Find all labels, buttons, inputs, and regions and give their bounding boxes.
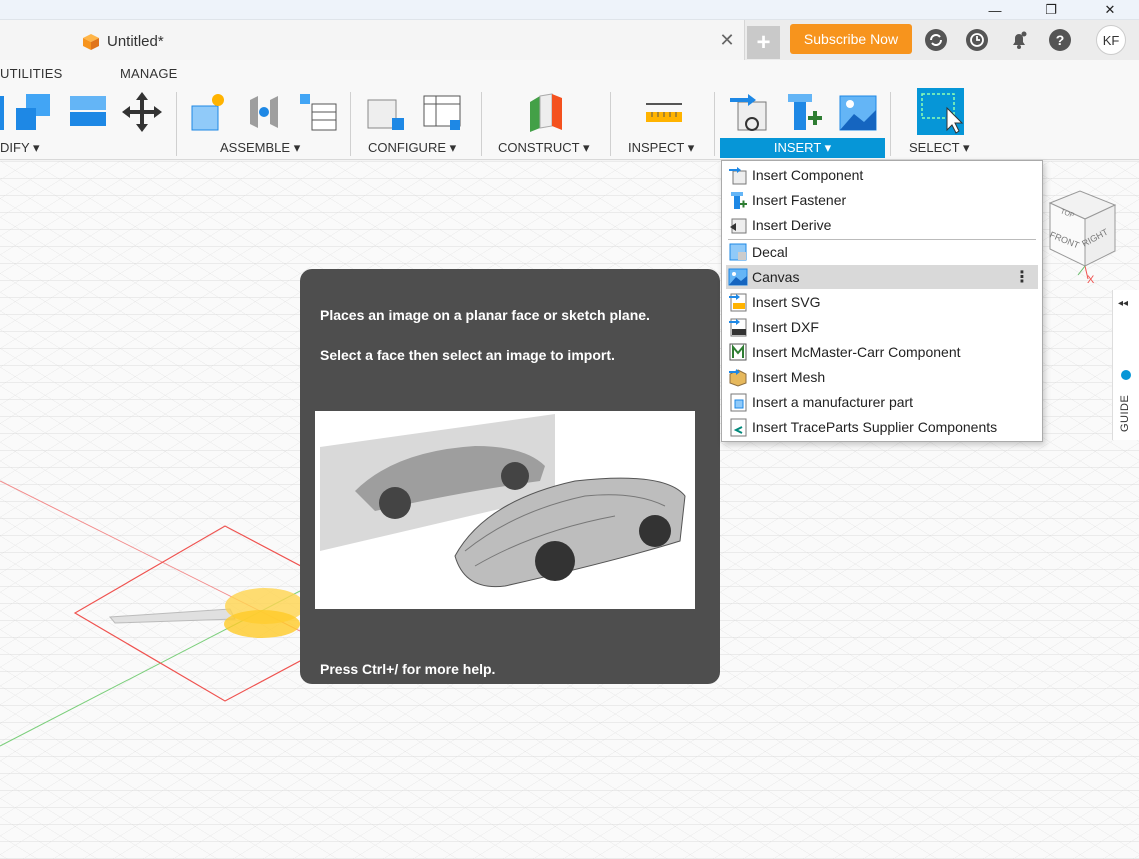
os-title-bar: — ❐ ✕ (0, 0, 1139, 20)
assembly-table-icon[interactable] (298, 90, 338, 134)
workspace-tab-utilities[interactable]: UTILITIES (0, 66, 62, 81)
menu-item-label: Decal (752, 244, 788, 260)
insert-canvas-tool-icon[interactable] (838, 90, 878, 134)
workspace-tab-manage[interactable]: MANAGE (120, 66, 178, 81)
insert-mesh-icon (729, 369, 747, 387)
new-tab-button[interactable]: + (747, 26, 780, 59)
new-component-icon[interactable] (188, 90, 228, 134)
insert-fastener-tool-icon[interactable] (784, 90, 824, 134)
menu-item-manufacturer-part[interactable]: Insert a manufacturer part (726, 390, 1038, 414)
menu-item-label: Insert a manufacturer part (752, 394, 914, 410)
menu-item-label: Canvas (752, 269, 800, 285)
toolbar-separator (890, 92, 891, 156)
restore-button[interactable]: ❐ (1031, 0, 1071, 20)
tooltip-illustration (315, 411, 695, 609)
toolbar-separator (610, 92, 611, 156)
tooltip-instruction: Select a face then select an image to im… (320, 347, 615, 363)
menu-item-label: Insert DXF (752, 319, 819, 335)
menu-item-label: Insert Derive (752, 217, 832, 233)
move-icon[interactable] (122, 90, 162, 134)
toolbar-separator (714, 92, 715, 156)
window-close-button[interactable]: ✕ (1090, 0, 1130, 20)
subscribe-button[interactable]: Subscribe Now (790, 24, 912, 54)
document-title: Untitled* (107, 33, 164, 50)
minimize-button[interactable]: — (975, 0, 1015, 20)
menu-item-insert-fastener[interactable]: Insert Fastener (726, 188, 1038, 212)
configure-group-label[interactable]: CONFIGURE ▾ (368, 140, 456, 156)
assemble-group-label[interactable]: ASSEMBLE ▾ (220, 140, 300, 156)
insert-fastener-icon (731, 192, 747, 209)
configure-model-icon[interactable] (366, 90, 406, 134)
menu-item-label: Insert Component (752, 167, 864, 183)
menu-item-label: Insert TraceParts Supplier Components (752, 419, 998, 435)
sync-icon[interactable] (925, 29, 947, 51)
user-avatar[interactable]: KF (1096, 25, 1126, 55)
document-tab[interactable]: Untitled* ✕ (0, 20, 745, 60)
tooltip-description: Places an image on a planar face or sket… (320, 307, 650, 323)
combine-icon[interactable] (14, 90, 54, 134)
select-group-label[interactable]: SELECT ▾ (909, 140, 969, 156)
canvas-tooltip: Places an image on a planar face or sket… (300, 269, 720, 684)
mcmaster-icon (729, 343, 747, 361)
traceparts-icon (730, 418, 747, 437)
menu-item-mcmaster[interactable]: Insert McMaster-Carr Component (726, 340, 1038, 364)
menu-item-canvas[interactable]: Canvas ⋮ (726, 265, 1038, 289)
history-clock-icon[interactable] (966, 29, 988, 51)
insert-dxf-icon (729, 318, 747, 337)
insert-dropdown-menu: Insert Component Insert Fastener Insert … (721, 160, 1043, 442)
guide-label[interactable]: GUIDE (1119, 395, 1131, 432)
menu-item-traceparts[interactable]: Insert TraceParts Supplier Components (726, 415, 1038, 439)
menu-item-insert-derive[interactable]: Insert Derive (726, 213, 1038, 237)
modify-group-label[interactable]: DIFY ▾ (0, 140, 40, 156)
axis-x-label: X (1087, 274, 1095, 286)
construct-group-label[interactable]: CONSTRUCT ▾ (498, 140, 590, 156)
help-icon[interactable]: ? (1049, 29, 1071, 51)
inspect-group-label[interactable]: INSPECT ▾ (628, 140, 694, 156)
menu-item-label: Insert Mesh (752, 369, 826, 385)
tab-row: Untitled* ✕ + Subscribe Now ? KF (0, 20, 1139, 60)
configure-table-icon[interactable] (422, 90, 462, 134)
menu-item-insert-mesh[interactable]: Insert Mesh (726, 365, 1038, 389)
menu-item-label: Insert McMaster-Carr Component (752, 344, 961, 360)
select-tool-button[interactable] (917, 88, 964, 135)
menu-item-insert-svg[interactable]: Insert SVG (726, 290, 1038, 314)
insert-group-label[interactable]: INSERT ▾ (720, 140, 885, 156)
ribbon-toolbar: UTILITIES MANAGE DIFY ▾ ASSEMBLE ▾ CONFI… (0, 60, 1139, 160)
toolbar-separator (481, 92, 482, 156)
construct-plane-icon[interactable] (526, 90, 566, 134)
menu-item-insert-component[interactable]: Insert Component (726, 163, 1038, 187)
menu-item-decal[interactable]: Decal (726, 240, 1038, 264)
insert-svg-icon (729, 293, 747, 312)
manufacturer-part-icon (730, 393, 747, 412)
close-tab-icon[interactable]: ✕ (719, 30, 735, 51)
toolbar-separator (176, 92, 177, 156)
insert-derive-icon (730, 218, 747, 234)
joint-icon[interactable] (244, 90, 284, 134)
toolbar-separator (350, 92, 351, 156)
menu-item-insert-dxf[interactable]: Insert DXF (726, 315, 1038, 339)
insert-derive-tool-icon[interactable] (730, 90, 770, 134)
menu-item-label: Insert SVG (752, 294, 821, 310)
decal-icon (729, 243, 747, 261)
shell-icon[interactable] (68, 90, 108, 134)
menu-item-label: Insert Fastener (752, 192, 847, 208)
document-cube-icon (83, 34, 99, 50)
collapse-guide-icon[interactable]: ◂◂ (1118, 298, 1128, 309)
guide-status-dot (1121, 370, 1131, 380)
canvas-icon (728, 268, 748, 286)
tooltip-help-hint: Press Ctrl+/ for more help. (320, 661, 496, 677)
measure-icon[interactable] (644, 90, 684, 134)
insert-component-icon (729, 167, 747, 185)
notifications-bell-icon[interactable] (1008, 29, 1030, 51)
more-options-icon[interactable]: ⋮ (1014, 267, 1030, 287)
select-cursor-icon (921, 93, 964, 134)
